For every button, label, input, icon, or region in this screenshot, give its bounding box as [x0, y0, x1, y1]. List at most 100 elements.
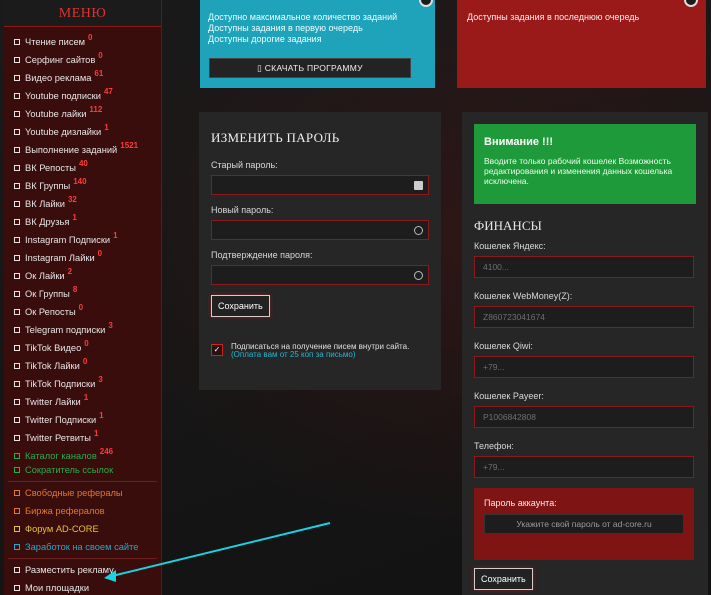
account-password-field[interactable]: Укажите свой пароль от ad-core.ru [484, 514, 684, 534]
menu-item-label: Серфинг сайтов [25, 55, 96, 65]
menu-item-count: 0 [88, 33, 93, 42]
save-finance-button[interactable]: Сохранить [474, 568, 533, 590]
menu-item-count: 112 [89, 105, 103, 114]
menu-item-place-ads[interactable]: Разместить рекламу [4, 561, 161, 579]
menu-item[interactable]: ВК Друзья 1 [4, 209, 161, 227]
menu-item-green[interactable]: Сократитель ссылок [4, 461, 161, 479]
menu-item-green[interactable]: Каталог каналов 246 [4, 443, 161, 461]
menu-item-label: Форум AD-CORE [25, 524, 99, 534]
menu-item[interactable]: Instagram Лайки 0 [4, 245, 161, 263]
webmoney-wallet-field[interactable]: Z860723041674 [474, 306, 694, 328]
subscribe-sublabel: (Оплата вам от 25 коп за письмо) [231, 350, 356, 359]
subscribe-row: ✓ Подписаться на получение писем внутри … [211, 343, 429, 359]
yandex-wallet-field[interactable]: 4100... [474, 256, 694, 278]
menu-item[interactable]: Ок Группы 8 [4, 281, 161, 299]
free-card: Доступны задания в последнюю очередь [457, 0, 706, 88]
menu-divider [8, 558, 157, 559]
payeer-wallet-field[interactable]: P1006842808 [474, 406, 694, 428]
qiwi-label: Кошелек Qiwi: [474, 341, 533, 351]
menu-item-count: 1 [83, 393, 89, 402]
status-dot-icon [684, 0, 698, 7]
menu-item-referrals[interactable]: Биржа рефералов [4, 502, 161, 520]
menu-item[interactable]: Telegram подписки 3 [4, 317, 161, 335]
menu-item[interactable]: TikTok Видео 0 [4, 335, 161, 353]
premium-line-2: Доступны задания в первую очередь [208, 23, 363, 33]
menu-item[interactable]: Twitter Подписки 1 [4, 407, 161, 425]
keyboard-icon[interactable] [414, 181, 423, 190]
new-password-field[interactable] [211, 220, 429, 240]
subscribe-checkbox[interactable]: ✓ [211, 344, 223, 356]
warning-text: Вводите только рабочий кошелек Возможнос… [484, 156, 673, 186]
menu-bullet-icon [14, 508, 20, 514]
old-password-field[interactable] [211, 175, 429, 195]
save-password-button[interactable]: Сохранить [211, 295, 270, 317]
phone-field[interactable]: +79... [474, 456, 694, 478]
confirm-password-label: Подтверждение пароля: [211, 250, 313, 260]
menu-bullet-icon [14, 183, 20, 189]
menu-item-count: 1 [113, 231, 118, 240]
menu-bullet-icon [14, 129, 20, 135]
menu-item-forum[interactable]: Форум AD-CORE [4, 520, 161, 538]
menu-item-label: Сократитель ссылок [25, 465, 114, 475]
menu-item[interactable]: Youtube подписки 47 [4, 83, 161, 101]
menu-item-label: Youtube подписки [25, 91, 101, 101]
menu-item[interactable]: Ок Лайки 2 [4, 263, 161, 281]
menu-item[interactable]: Twitter Лайки 1 [4, 389, 161, 407]
menu-item-label: Ок Группы [25, 289, 70, 299]
menu-item[interactable]: Выполнение заданий 1521 [4, 137, 161, 155]
menu-item-label: TikTok Подписки [25, 379, 96, 389]
menu-item-label: Каталог каналов [25, 451, 97, 461]
premium-line-1: Доступно максимальное количество заданий [208, 12, 398, 22]
menu-item-label: Биржа рефералов [25, 506, 105, 516]
eye-icon[interactable] [414, 271, 423, 280]
menu-item[interactable]: Instagram Подписки 1 [4, 227, 161, 245]
menu-item-count: 1521 [120, 141, 139, 150]
menu-bullet-icon [14, 399, 20, 405]
menu-item-label: Twitter Подписки [25, 415, 97, 425]
menu-bullet-icon [14, 75, 20, 81]
old-password-label: Старый пароль: [211, 160, 278, 170]
menu-item[interactable]: Youtube дизлайки 1 [4, 119, 161, 137]
menu-item[interactable]: ВК Группы 140 [4, 173, 161, 191]
menu-bullet-icon [14, 147, 20, 153]
finance-title: ФИНАНСЫ [474, 218, 542, 233]
eye-icon[interactable] [414, 226, 423, 235]
menu-bullet-icon [14, 291, 20, 297]
phone-label: Телефон: [474, 441, 514, 451]
menu-item-label: Telegram подписки [25, 325, 106, 335]
menu-item-label: ВК Лайки [25, 199, 65, 209]
menu-item-count: 2 [67, 267, 73, 276]
menu-item-label: Instagram Лайки [25, 253, 95, 263]
menu-item[interactable]: Серфинг сайтов 0 [4, 47, 161, 65]
menu-bullet-icon [14, 490, 20, 496]
menu-item[interactable]: Видео реклама 61 [4, 65, 161, 83]
menu-bullet-icon [14, 544, 20, 550]
menu-item[interactable]: Youtube лайки 112 [4, 101, 161, 119]
qiwi-wallet-field[interactable]: +79... [474, 356, 694, 378]
menu-item-referrals[interactable]: Свободные рефералы [4, 484, 161, 502]
menu-item-count: 0 [97, 249, 103, 258]
menu-item-count: 0 [78, 303, 84, 312]
menu-item-label: Ок Лайки [25, 271, 65, 281]
menu-item-count: 8 [72, 285, 78, 294]
menu-title: МЕНЮ [4, 0, 161, 27]
menu-item-label: Ок Репосты [25, 307, 76, 317]
menu-item-count: 47 [103, 87, 113, 96]
menu-item[interactable]: TikTok Лайки 0 [4, 353, 161, 371]
menu-item-site-earnings[interactable]: Заработок на своем сайте [4, 538, 161, 556]
menu-item-label: ВК Репосты [25, 163, 76, 173]
menu-item[interactable]: TikTok Подписки 3 [4, 371, 161, 389]
menu-item-label: TikTok Лайки [25, 361, 80, 371]
download-program-button[interactable]: ▯ СКАЧАТЬ ПРОГРАММУ [209, 58, 411, 78]
menu-item-my-sites[interactable]: Мои площадки [4, 579, 161, 595]
menu-item[interactable]: ВК Лайки 32 [4, 191, 161, 209]
menu-bullet-icon [14, 255, 20, 261]
webmoney-label: Кошелек WebMoney(Z): [474, 291, 573, 301]
menu-item[interactable]: Чтение писем 0 [4, 29, 161, 47]
menu-item[interactable]: ВК Репосты 40 [4, 155, 161, 173]
confirm-password-field[interactable] [211, 265, 429, 285]
menu-item[interactable]: Twitter Ретвиты 1 [4, 425, 161, 443]
menu-item-label: Twitter Лайки [25, 397, 81, 407]
warning-title: Внимание !!! [484, 136, 554, 148]
menu-item[interactable]: Ок Репосты 0 [4, 299, 161, 317]
